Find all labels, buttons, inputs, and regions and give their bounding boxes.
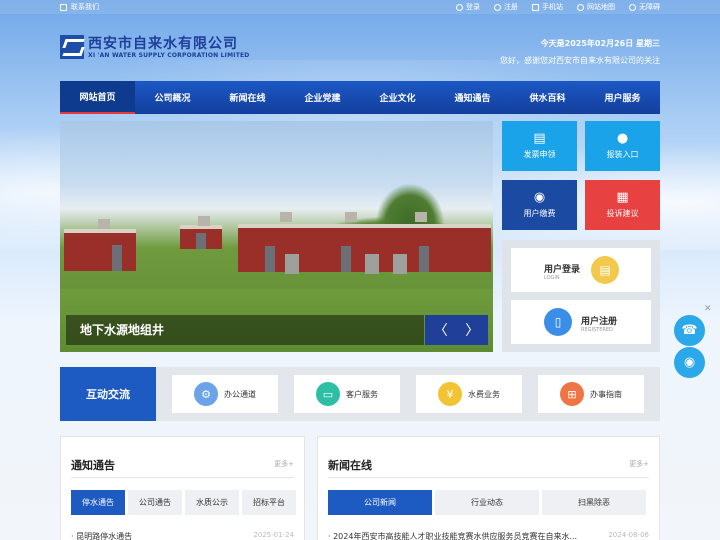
news-item-date: 2024-08-06 xyxy=(608,531,649,539)
banner-prev-button[interactable]: 〈 xyxy=(425,315,457,345)
nav-item-party[interactable]: 企业党建 xyxy=(285,81,360,114)
phone-icon: ☎ xyxy=(681,323,698,338)
office-channel-button[interactable]: ⚙ 办公通道 xyxy=(172,375,278,413)
nav-item-home[interactable]: 网站首页 xyxy=(60,81,135,114)
contact-label: 联系我们 xyxy=(71,3,99,11)
contact-link[interactable]: 联系我们 xyxy=(60,2,99,12)
office-channel-label: 办公通道 xyxy=(224,389,256,399)
news-more-link[interactable]: 更多+ xyxy=(629,459,649,469)
float-close-icon[interactable]: ✕ xyxy=(704,304,712,314)
login-subtitle: LOGIN xyxy=(544,275,560,281)
top-links: 登录 注册 手机站 网站地图 无障碍 xyxy=(456,2,660,12)
header-info: 今天是2025年02月26日 星期三 您好，感谢您对西安市自来水有限公司的关注 xyxy=(500,38,660,66)
install-tile-label: 报装入口 xyxy=(606,150,639,159)
settings-icon: ⚙ xyxy=(194,382,218,406)
interaction-bar: 互动交流 ⚙ 办公通道 ▭ 客户服务 ¥ 水费业务 ⊞ 办事指南 xyxy=(60,367,660,421)
login-title: 用户登录 xyxy=(544,265,581,275)
logo-english-name: XI 'AN WATER SUPPLY CORPORATION LIMITED xyxy=(88,51,250,59)
user-icon xyxy=(456,3,463,11)
mail-icon xyxy=(60,3,67,11)
tab-water-outage[interactable]: 停水通告 xyxy=(71,490,125,515)
list-item[interactable]: · 昆明路停水通告 2025-01-24 xyxy=(71,531,294,540)
phone-float-button[interactable]: ☎ xyxy=(674,315,705,346)
banner-caption: 地下水源地组井 xyxy=(66,315,424,345)
tab-industry-news[interactable]: 行业动态 xyxy=(435,490,539,515)
register-subtitle: REGISTERED xyxy=(581,327,613,333)
user-panel: 用户登录 LOGIN ▤ ▯ 用户注册 REGISTERED xyxy=(502,240,660,352)
login-icon: ▤ xyxy=(591,256,619,284)
current-date: 今天是2025年02月26日 星期三 xyxy=(540,39,660,48)
tab-company-news[interactable]: 公司新闻 xyxy=(328,490,432,515)
nav-item-notices[interactable]: 通知通告 xyxy=(435,81,510,114)
service-guide-button[interactable]: ⊞ 办事指南 xyxy=(538,375,644,413)
nav-item-culture[interactable]: 企业文化 xyxy=(360,81,435,114)
nav-item-encyclopedia[interactable]: 供水百科 xyxy=(510,81,585,114)
invoice-tile-label: 发票申领 xyxy=(523,150,556,159)
register-title: 用户注册 xyxy=(581,317,618,327)
banner-next-button[interactable]: 〉 xyxy=(457,315,489,345)
eye-icon xyxy=(629,3,636,11)
user-register-card[interactable]: ▯ 用户注册 REGISTERED xyxy=(511,300,651,344)
user-login-card[interactable]: 用户登录 LOGIN ▤ xyxy=(511,248,651,292)
customer-service-button[interactable]: ▭ 客户服务 xyxy=(294,375,400,413)
news-section: 新闻在线 更多+ 公司新闻 行业动态 扫黑除恶 · 2024年西安市高技能人才职… xyxy=(317,436,660,540)
tab-water-quality[interactable]: 水质公示 xyxy=(185,490,239,515)
grid-icon: ⊞ xyxy=(560,382,584,406)
ticket-icon: ▤ xyxy=(533,131,546,146)
payment-tile-label: 用户缴费 xyxy=(523,209,556,218)
accessibility-link[interactable]: 无障碍 xyxy=(629,2,660,12)
sitemap-link[interactable]: 网站地图 xyxy=(577,2,615,12)
wechat-icon: ◉ xyxy=(683,355,696,370)
list-item[interactable]: · 2024年西安市高技能人才职业技能竞赛水供应服务员竞赛在自来水... 202… xyxy=(328,531,649,540)
invoice-tile[interactable]: ▤ 发票申领 xyxy=(502,121,577,171)
site-logo[interactable]: 西安市自来水有限公司 XI 'AN WATER SUPPLY CORPORATI… xyxy=(60,35,249,59)
customer-service-label: 客户服务 xyxy=(346,389,378,399)
tab-anti-crime[interactable]: 扫黑除恶 xyxy=(542,490,646,515)
notice-section: 通知通告 更多+ 停水通告 公司通告 水质公示 招标平台 · 昆明路停水通告 2… xyxy=(60,436,305,540)
complaint-tile-label: 投诉建议 xyxy=(606,209,639,218)
tab-company-notice[interactable]: 公司通告 xyxy=(128,490,182,515)
news-item-title: · 2024年西安市高技能人才职业技能竞赛水供应服务员竞赛在自来水... xyxy=(328,532,578,540)
interaction-title: 互动交流 xyxy=(60,367,156,421)
notice-item-title: · 昆明路停水通告 xyxy=(71,532,133,540)
yen-icon: ¥ xyxy=(438,382,462,406)
building-small xyxy=(180,225,222,249)
complaint-tile[interactable]: ▦ 投诉建议 xyxy=(585,180,660,230)
monitor-icon: ▭ xyxy=(316,382,340,406)
nav-item-about[interactable]: 公司概况 xyxy=(135,81,210,114)
building-left xyxy=(64,229,136,271)
nav-item-user-service[interactable]: 用户服务 xyxy=(585,81,660,114)
payment-tile[interactable]: ◉ 用户缴费 xyxy=(502,180,577,230)
register-link[interactable]: 注册 xyxy=(494,2,518,12)
hand-coin-icon: ◉ xyxy=(533,190,546,205)
notice-title: 通知通告 xyxy=(71,459,115,472)
notice-tabs: 停水通告 公司通告 水质公示 招标平台 xyxy=(71,490,296,515)
user-plus-icon xyxy=(494,3,501,11)
login-link[interactable]: 登录 xyxy=(456,2,480,12)
news-title: 新闻在线 xyxy=(328,459,372,472)
notice-item-date: 2025-01-24 xyxy=(253,531,294,539)
news-tabs: 公司新闻 行业动态 扫黑除恶 xyxy=(328,490,646,515)
main-nav: 网站首页 公司概况 新闻在线 企业党建 企业文化 通知通告 供水百科 用户服务 xyxy=(60,81,660,114)
nav-item-news[interactable]: 新闻在线 xyxy=(210,81,285,114)
water-drop-icon: ● xyxy=(616,131,629,146)
notice-more-link[interactable]: 更多+ xyxy=(274,459,294,469)
mobile-icon xyxy=(532,3,539,11)
mobile-link[interactable]: 手机站 xyxy=(532,2,563,12)
service-guide-label: 办事指南 xyxy=(590,389,622,399)
top-bar: 联系我们 登录 注册 手机站 网站地图 无障碍 xyxy=(0,0,720,14)
register-icon: ▯ xyxy=(544,308,572,336)
wechat-float-button[interactable]: ◉ xyxy=(674,347,705,378)
logo-chinese-name: 西安市自来水有限公司 xyxy=(88,35,238,52)
install-tile[interactable]: ● 报装入口 xyxy=(585,121,660,171)
tab-bidding[interactable]: 招标平台 xyxy=(242,490,296,515)
document-icon: ▦ xyxy=(616,190,629,205)
logo-mark-icon xyxy=(60,35,84,59)
banner-controls: 〈 〉 xyxy=(425,315,488,345)
globe-icon xyxy=(577,3,584,11)
water-fee-label: 水费业务 xyxy=(468,389,500,399)
welcome-text: 您好，感谢您对西安市自来水有限公司的关注 xyxy=(500,56,660,65)
water-fee-button[interactable]: ¥ 水费业务 xyxy=(416,375,522,413)
